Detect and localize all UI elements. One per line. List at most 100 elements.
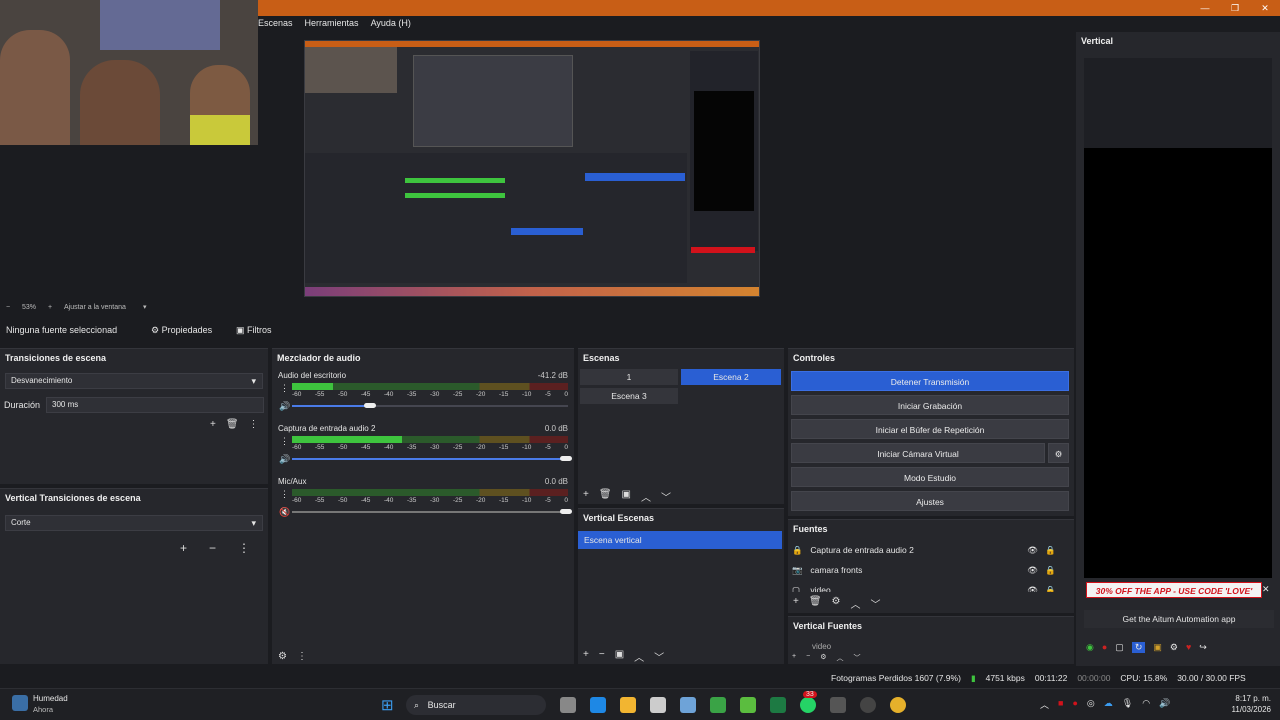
lock-icon[interactable]: 🔒 (1045, 582, 1056, 592)
calculator-icon[interactable] (830, 697, 846, 713)
vertical-preview[interactable] (1084, 58, 1272, 578)
weather-icon[interactable] (12, 695, 28, 711)
scene-item[interactable]: 1 (580, 369, 678, 385)
close-button[interactable]: ✕ (1250, 0, 1280, 16)
trash-icon[interactable]: 🗑 (809, 596, 822, 611)
add-icon[interactable]: + (792, 653, 796, 663)
volume-knob[interactable] (560, 509, 572, 514)
tray-cloud-icon[interactable]: ☁ (1104, 698, 1113, 711)
filter-icon[interactable]: ▣ (622, 489, 631, 504)
chevron-up-icon[interactable]: ︿ (1040, 698, 1049, 711)
scene-item-active[interactable]: Escena 2 (681, 369, 781, 385)
transition-select[interactable]: Desvanecimiento (5, 373, 263, 389)
volume-knob[interactable] (560, 456, 572, 461)
more-icon[interactable]: ⋮ (297, 651, 307, 662)
virtual-camera-button[interactable]: Iniciar Cámara Virtual (791, 443, 1045, 463)
minecraft-icon[interactable] (710, 697, 726, 713)
remove-icon[interactable]: − (599, 649, 605, 664)
wifi-icon[interactable]: ◠ (1142, 698, 1150, 711)
game-icon[interactable] (740, 697, 756, 713)
source-item[interactable]: 📷 camara fronts 👁 🔒 (792, 562, 1062, 578)
gear-icon[interactable]: ⚙ (832, 596, 841, 611)
volume-icon[interactable]: 🔇 (279, 507, 290, 518)
share-icon[interactable]: ↪ (1199, 642, 1207, 653)
gear-icon[interactable]: ⚙ (1170, 642, 1178, 653)
tray-record-icon[interactable]: ● (1072, 698, 1077, 711)
volume-icon[interactable]: 🔊 (1159, 698, 1170, 711)
add-icon[interactable]: + (793, 596, 799, 611)
eye-icon[interactable]: 👁 (1027, 542, 1038, 558)
filter-icon[interactable]: ▣ (615, 649, 624, 664)
chevron-down-icon[interactable]: ﹀ (871, 596, 881, 611)
volume-icon[interactable]: 🔊 (279, 401, 290, 412)
add-icon[interactable]: + (583, 489, 589, 504)
windows-start-icon[interactable]: ⊞ (381, 696, 394, 714)
chevron-up-icon[interactable]: ︿ (836, 653, 843, 663)
zoom-out-icon[interactable]: − (6, 304, 10, 311)
remove-icon[interactable]: − (209, 541, 216, 555)
chevron-up-icon[interactable]: ︿ (641, 489, 651, 504)
add-icon[interactable]: + (180, 541, 187, 555)
properties-button[interactable]: ⚙ Propiedades (151, 325, 212, 336)
microphone-icon[interactable]: 🎙 (1122, 698, 1133, 711)
obs-icon[interactable] (860, 697, 876, 713)
close-icon[interactable]: ✕ (1262, 584, 1270, 595)
studio-mode-button[interactable]: Modo Estudio (791, 467, 1069, 487)
more-icon[interactable]: ⋮ (280, 436, 289, 447)
chrome-icon[interactable] (890, 697, 906, 713)
gear-icon[interactable]: ⚙ (820, 653, 826, 663)
record-icon[interactable]: ● (1102, 642, 1107, 652)
whatsapp-icon[interactable] (800, 697, 816, 713)
chevron-down-icon[interactable]: ﹀ (853, 653, 860, 663)
program-preview[interactable] (304, 40, 760, 297)
add-icon[interactable]: + (583, 649, 589, 664)
chevron-down-icon[interactable]: ﹀ (654, 649, 664, 664)
vertical-source-item[interactable]: video (812, 642, 831, 651)
volume-knob[interactable] (364, 403, 376, 408)
duration-input[interactable]: 300 ms (46, 397, 264, 413)
remove-icon[interactable]: − (806, 653, 810, 663)
scene-item[interactable]: Escena 3 (580, 388, 678, 404)
edge-icon[interactable] (590, 697, 606, 713)
taskbar-search[interactable]: ⌕ Buscar (406, 695, 546, 715)
minimize-button[interactable]: — (1190, 0, 1220, 16)
chevron-up-icon[interactable]: ︿ (851, 596, 861, 611)
trash-icon[interactable]: 🗑 (226, 419, 239, 430)
tray-obs-icon[interactable]: ◎ (1087, 698, 1095, 711)
replay-buffer-button[interactable]: Iniciar el Búfer de Repetición (791, 419, 1069, 439)
start-recording-button[interactable]: Iniciar Grabación (791, 395, 1069, 415)
chevron-up-icon[interactable]: ︿ (634, 649, 644, 664)
camera-icon[interactable]: ▣ (1153, 642, 1162, 653)
excel-icon[interactable] (770, 697, 786, 713)
fit-window-label[interactable]: Ajustar a la ventana (64, 304, 126, 311)
gear-icon[interactable]: ⚙ (278, 651, 287, 662)
virtual-camera-settings[interactable]: ⚙ (1048, 443, 1069, 463)
lock-icon[interactable]: 🔒 (1045, 562, 1056, 578)
chevron-down-icon[interactable]: ﹀ (661, 489, 671, 504)
eye-icon[interactable]: 👁 (1027, 582, 1038, 592)
promo-banner[interactable]: 30% OFF THE APP - USE CODE 'LOVE' (1086, 582, 1262, 598)
automation-app-link[interactable]: Get the Aitum Automation app (1084, 610, 1274, 628)
folder-icon[interactable] (620, 697, 636, 713)
add-icon[interactable]: + (210, 419, 216, 430)
heart-icon[interactable]: ♥ (1186, 642, 1191, 652)
menu-tools[interactable]: Herramientas (305, 18, 359, 28)
stream-icon[interactable]: ◉ (1086, 642, 1094, 653)
store-icon[interactable] (650, 697, 666, 713)
tray-app-icon[interactable]: ■ (1058, 698, 1063, 711)
pause-icon[interactable]: ▢ (1115, 642, 1124, 653)
zoom-in-icon[interactable]: + (48, 304, 52, 311)
mail-icon[interactable] (680, 697, 696, 713)
settings-button[interactable]: Ajustes (791, 491, 1069, 511)
replay-icon[interactable]: ↻ (1131, 641, 1146, 653)
volume-icon[interactable]: 🔊 (279, 454, 290, 465)
maximize-button[interactable]: ❐ (1220, 0, 1250, 16)
task-view-icon[interactable] (560, 697, 576, 713)
more-icon[interactable]: ⋮ (280, 489, 289, 500)
source-item[interactable]: 🔒 Captura de entrada audio 2 👁 🔒 (792, 542, 1062, 558)
lock-icon[interactable]: 🔒 (1045, 542, 1056, 558)
vertical-transition-select[interactable]: Corte (5, 515, 263, 531)
filters-button[interactable]: ▣ Filtros (236, 325, 272, 336)
menu-scenes[interactable]: Escenas (258, 18, 293, 28)
eye-icon[interactable]: 👁 (1027, 562, 1038, 578)
